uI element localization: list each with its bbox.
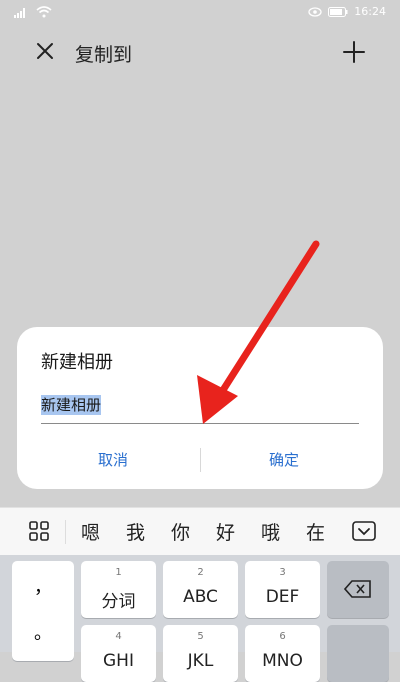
- close-icon[interactable]: [34, 40, 56, 62]
- signal-icon: [14, 8, 25, 18]
- reset-key[interactable]: [327, 625, 389, 682]
- key-label: MNO: [262, 651, 303, 671]
- battery-icon: [328, 6, 348, 17]
- punctuation-key[interactable]: ， 。: [12, 561, 74, 661]
- candidate-divider: [65, 520, 66, 544]
- candidate-word[interactable]: 好: [216, 518, 235, 545]
- grid-icon[interactable]: [28, 520, 50, 542]
- page-title: 复制到: [75, 44, 133, 66]
- cancel-button[interactable]: 取消: [98, 449, 128, 470]
- eye-icon: [308, 6, 322, 17]
- punct-period: 。: [34, 623, 52, 644]
- key-2[interactable]: 2 ABC: [163, 561, 238, 618]
- status-time: 16:24: [354, 5, 386, 18]
- key-label: GHI: [103, 651, 134, 671]
- status-right: 16:24: [308, 5, 386, 18]
- key-4[interactable]: 4 GHI: [81, 625, 156, 682]
- album-name-input[interactable]: 新建相册: [41, 395, 359, 424]
- key-6[interactable]: 6 MNO: [245, 625, 320, 682]
- key-label: 分词: [101, 592, 136, 612]
- album-name-value[interactable]: 新建相册: [41, 395, 102, 415]
- ime-candidate-bar: 嗯 我 你 好 哦 在: [0, 507, 400, 555]
- key-number: 1: [115, 567, 122, 578]
- candidate-word[interactable]: 你: [171, 518, 190, 545]
- ime-keyboard: ， 。 1 分词 2 ABC 3 DEF 4 GHI 5 JKL 6 MNO: [0, 555, 400, 682]
- keyboard-hide-icon[interactable]: [351, 520, 377, 542]
- key-5[interactable]: 5 JKL: [163, 625, 238, 682]
- backspace-key[interactable]: [327, 561, 389, 618]
- plus-icon[interactable]: [342, 40, 366, 64]
- dialog-title: 新建相册: [41, 352, 113, 373]
- ok-button[interactable]: 确定: [269, 449, 299, 470]
- key-number: 6: [279, 631, 286, 642]
- punct-comma: ，: [34, 577, 52, 598]
- key-label: JKL: [187, 651, 214, 671]
- key-number: 5: [197, 631, 204, 642]
- status-left: [14, 6, 52, 18]
- key-3[interactable]: 3 DEF: [245, 561, 320, 618]
- new-album-dialog: 新建相册 新建相册 取消 确定: [17, 327, 383, 489]
- key-1[interactable]: 1 分词: [81, 561, 156, 618]
- candidate-word[interactable]: 我: [126, 518, 145, 545]
- backspace-icon: [344, 580, 371, 598]
- key-label: DEF: [265, 587, 300, 607]
- key-label: ABC: [183, 587, 218, 607]
- top-app-bar: 复制到: [0, 26, 400, 82]
- candidate-word[interactable]: 哦: [261, 518, 280, 545]
- candidate-word[interactable]: 嗯: [81, 518, 100, 545]
- wifi-icon: [36, 6, 52, 18]
- dialog-button-divider: [200, 448, 201, 472]
- key-number: 3: [279, 567, 286, 578]
- status-bar: 16:24: [0, 0, 400, 26]
- key-number: 4: [115, 631, 122, 642]
- candidate-word[interactable]: 在: [306, 518, 325, 545]
- key-number: 2: [197, 567, 204, 578]
